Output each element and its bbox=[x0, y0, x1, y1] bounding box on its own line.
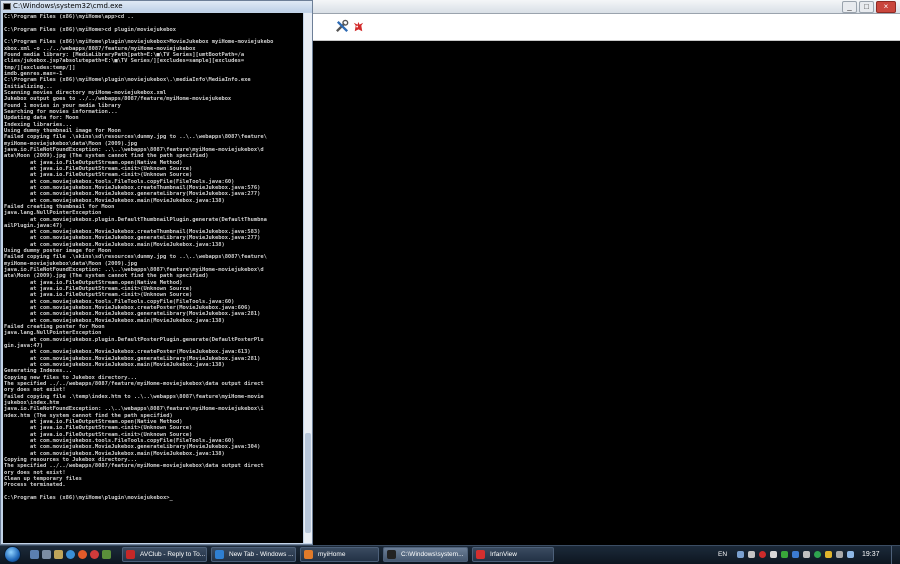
scrollbar-thumb[interactable] bbox=[305, 433, 311, 533]
tray-icon-9[interactable] bbox=[825, 551, 832, 558]
tools-icon[interactable] bbox=[335, 19, 350, 34]
taskbar-button-irfanview[interactable]: IrfanView bbox=[472, 547, 554, 562]
image-canvas bbox=[305, 41, 900, 545]
cmd-titlebar[interactable]: C:\Windows\system32\cmd.exe bbox=[1, 1, 312, 12]
opera-quicklaunch-icon[interactable] bbox=[90, 550, 99, 559]
tray-icon-11[interactable] bbox=[847, 551, 854, 558]
taskbar-button-label: AVClub - Reply to To... bbox=[140, 551, 206, 558]
java-icon bbox=[304, 550, 313, 559]
folder-quicklaunch-icon[interactable] bbox=[54, 550, 63, 559]
tray-icon-2[interactable] bbox=[748, 551, 755, 558]
start-button[interactable] bbox=[4, 546, 21, 563]
vertical-scrollbar[interactable] bbox=[304, 13, 312, 543]
irfanview-icon bbox=[476, 550, 485, 559]
ie-icon bbox=[215, 550, 224, 559]
taskbar-button-ie[interactable]: New Tab - Windows ... bbox=[211, 547, 296, 562]
language-indicator[interactable]: EN bbox=[718, 546, 727, 564]
irfanview-window: _ □ × bbox=[305, 0, 900, 545]
cmd-icon bbox=[387, 550, 396, 559]
minimize-button[interactable]: _ bbox=[842, 1, 857, 13]
console-text: C:\Program Files (x86)\myiHome\app>cd ..… bbox=[4, 14, 274, 501]
cmd-window-title: C:\Windows\system32\cmd.exe bbox=[13, 2, 123, 10]
tray-icon-7[interactable] bbox=[803, 551, 810, 558]
tray-icon-5[interactable] bbox=[781, 551, 788, 558]
console-output[interactable]: C:\Program Files (x86)\myiHome\app>cd ..… bbox=[3, 13, 303, 543]
taskbar-button-label: myiHome bbox=[318, 551, 346, 558]
explorer-quicklaunch-icon[interactable] bbox=[42, 550, 51, 559]
cmd-window: C:\Windows\system32\cmd.exe C:\Program F… bbox=[0, 0, 313, 545]
red-devil-icon[interactable] bbox=[351, 19, 366, 34]
close-button[interactable]: × bbox=[876, 1, 896, 13]
irfanview-toolbar bbox=[305, 14, 900, 41]
clock[interactable]: 19:37 bbox=[862, 546, 880, 564]
volume-tray-icon[interactable] bbox=[770, 551, 777, 558]
firefox-quicklaunch-icon[interactable] bbox=[78, 550, 87, 559]
taskbar-button-opera[interactable]: AVClub - Reply to To... bbox=[122, 547, 207, 562]
irfanview-titlebar[interactable]: _ □ × bbox=[305, 0, 900, 14]
show-desktop-quicklaunch-icon[interactable] bbox=[30, 550, 39, 559]
taskbar-button-label: IrfanView bbox=[490, 551, 517, 558]
opera-tray-icon[interactable] bbox=[759, 551, 766, 558]
maximize-button[interactable]: □ bbox=[859, 1, 874, 13]
tray-icon-10[interactable] bbox=[836, 551, 843, 558]
opera-icon bbox=[126, 550, 135, 559]
cmd-icon bbox=[3, 3, 11, 10]
taskbar-button-label: C:\Windows\system... bbox=[401, 551, 464, 558]
show-desktop-button[interactable] bbox=[891, 546, 900, 564]
taskbar-button-cmd[interactable]: C:\Windows\system... bbox=[383, 547, 468, 562]
network-tray-icon[interactable] bbox=[737, 551, 744, 558]
media-quicklaunch-icon[interactable] bbox=[102, 550, 111, 559]
taskbar-button-label: New Tab - Windows ... bbox=[229, 551, 294, 558]
taskbar: AVClub - Reply to To... New Tab - Windows… bbox=[0, 545, 900, 564]
taskbar-button-java[interactable]: myiHome bbox=[300, 547, 379, 562]
tray-icon-6[interactable] bbox=[792, 551, 799, 558]
ie-quicklaunch-icon[interactable] bbox=[66, 550, 75, 559]
tray-icon-8[interactable] bbox=[814, 551, 821, 558]
